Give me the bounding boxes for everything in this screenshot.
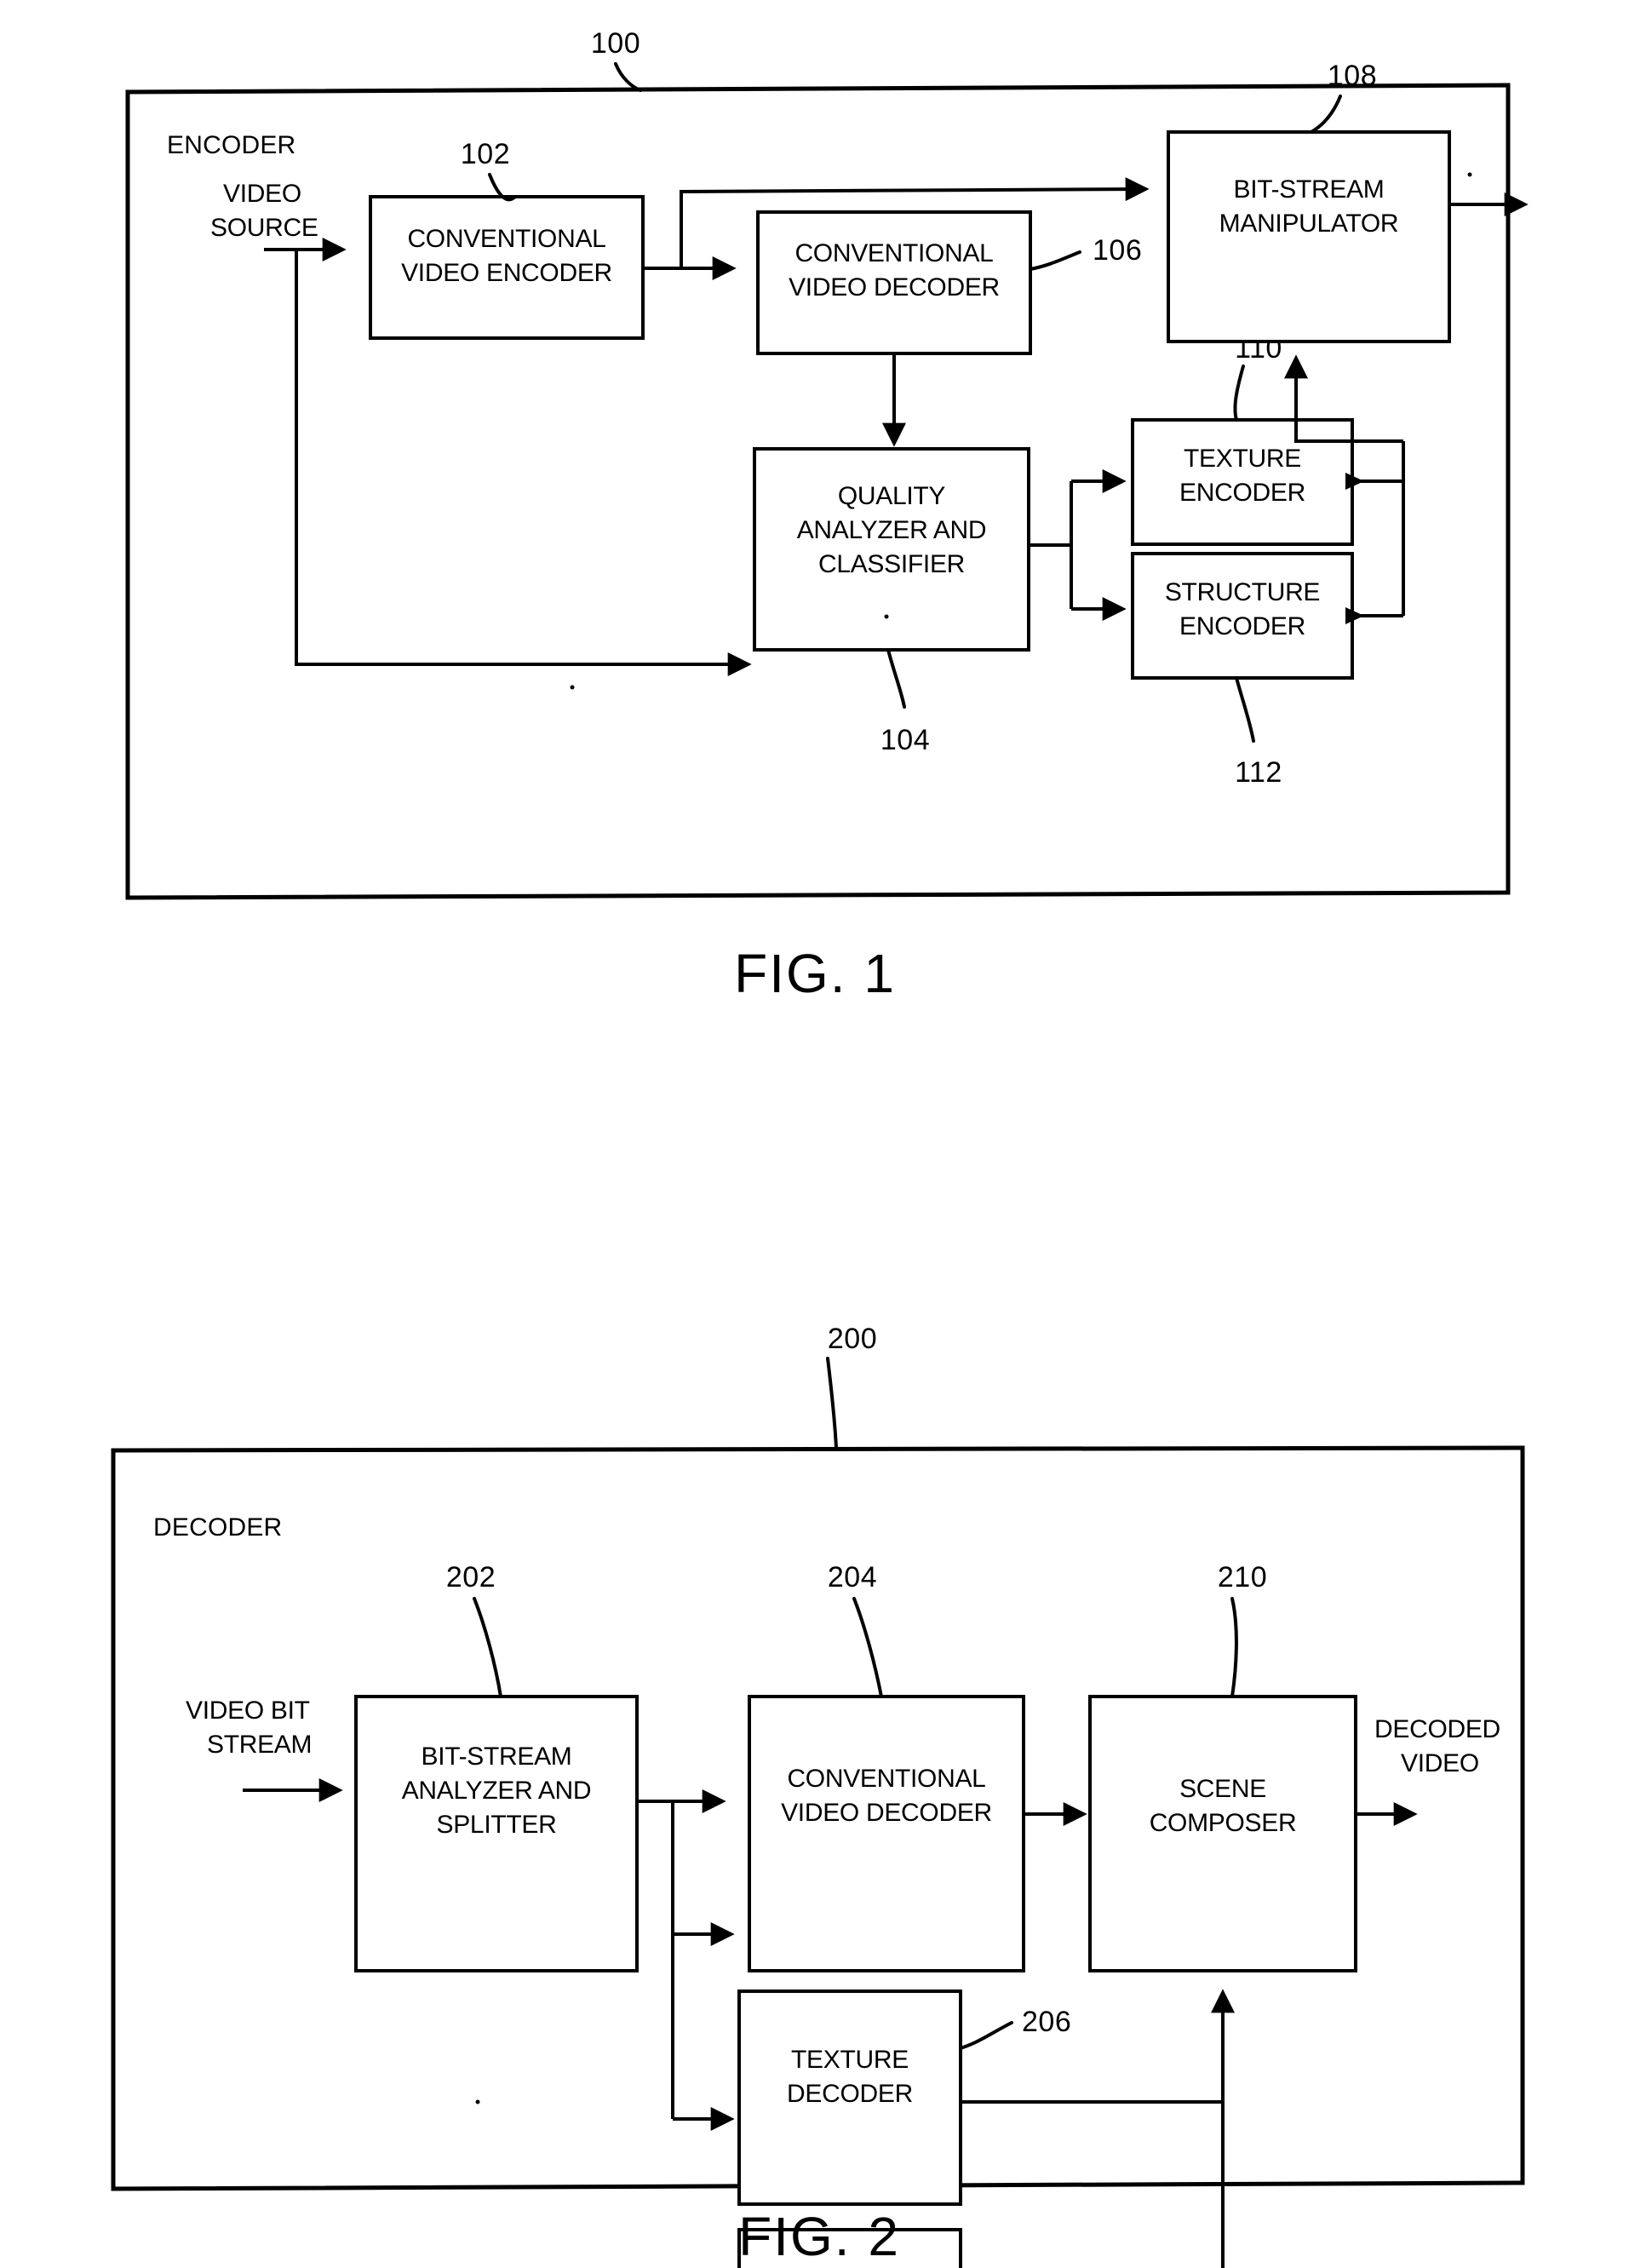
ref-number-106: 106	[1093, 234, 1142, 267]
ref-number-204: 204	[828, 1561, 877, 1593]
svg-text:QUALITY: QUALITY	[838, 482, 946, 510]
svg-text:DECODER: DECODER	[787, 2080, 913, 2108]
texture-encoder-block: TEXTURE ENCODER	[1131, 418, 1354, 546]
ref-number-100: 100	[591, 27, 640, 60]
scan-speck	[475, 2099, 480, 2104]
svg-text:ANALYZER AND: ANALYZER AND	[402, 1777, 592, 1805]
bit-stream-manipulator-block: BIT-STREAM MANIPULATOR	[1167, 130, 1451, 343]
ref-number-210: 210	[1218, 1561, 1267, 1593]
scan-speck	[884, 614, 889, 619]
scan-speck	[570, 685, 575, 690]
svg-text:CONVENTIONAL: CONVENTIONAL	[787, 1765, 985, 1793]
svg-text:VIDEO DECODER: VIDEO DECODER	[789, 273, 1000, 301]
svg-text:BIT-STREAM: BIT-STREAM	[1233, 175, 1384, 204]
svg-text:CONVENTIONAL: CONVENTIONAL	[407, 225, 605, 253]
svg-text:VIDEO BIT: VIDEO BIT	[186, 1697, 310, 1725]
ref-number-108: 108	[1328, 60, 1377, 92]
figure-1-caption: FIG. 1	[734, 943, 896, 1004]
conventional-video-encoder-block: CONVENTIONAL VIDEO ENCODER	[369, 195, 645, 340]
svg-text:SCENE: SCENE	[1179, 1775, 1266, 1803]
svg-text:TEXTURE: TEXTURE	[791, 2046, 909, 2074]
texture-decoder-block: TEXTURE DECODER	[737, 1990, 962, 2206]
svg-text:BIT-STREAM: BIT-STREAM	[421, 1743, 571, 1771]
svg-text:MANIPULATOR: MANIPULATOR	[1219, 210, 1399, 238]
svg-text:ENCODER: ENCODER	[1179, 479, 1305, 507]
ref-100-leader	[614, 62, 642, 92]
svg-text:COMPOSER: COMPOSER	[1150, 1809, 1297, 1837]
decoder-label: DECODER	[153, 1513, 282, 1542]
svg-text:SOURCE: SOURCE	[210, 214, 318, 242]
scan-speck	[1467, 172, 1472, 177]
ref-number-102: 102	[461, 138, 510, 170]
ref-200-leader	[826, 1357, 838, 1450]
structure-encoder-block: STRUCTURE ENCODER	[1131, 552, 1354, 680]
svg-text:TEXTURE: TEXTURE	[1184, 445, 1301, 473]
ref-number-200: 200	[828, 1323, 877, 1355]
ref-number-104: 104	[880, 724, 930, 756]
ref-number-206: 206	[1022, 2006, 1071, 2038]
svg-text:ANALYZER AND: ANALYZER AND	[797, 516, 987, 544]
svg-text:STREAM: STREAM	[207, 1731, 312, 1759]
ref-number-202: 202	[446, 1561, 496, 1593]
svg-text:VIDEO: VIDEO	[223, 180, 301, 208]
ref-number-112: 112	[1235, 756, 1282, 789]
svg-text:SPLITTER: SPLITTER	[437, 1811, 557, 1839]
svg-text:CONVENTIONAL: CONVENTIONAL	[794, 239, 993, 267]
svg-text:CLASSIFIER: CLASSIFIER	[818, 550, 965, 578]
conventional-video-decoder-block: CONVENTIONAL VIDEO DECODER	[748, 1695, 1025, 1972]
svg-text:ENCODER: ENCODER	[1179, 612, 1305, 640]
svg-text:DECODED: DECODED	[1374, 1715, 1500, 1743]
svg-text:VIDEO ENCODER: VIDEO ENCODER	[401, 259, 612, 287]
svg-text:STRUCTURE: STRUCTURE	[1165, 578, 1320, 606]
svg-text:VIDEO DECODER: VIDEO DECODER	[781, 1799, 992, 1827]
scene-composer-block: SCENE COMPOSER	[1088, 1695, 1357, 1972]
figure-2-caption: FIG. 2	[738, 2206, 900, 2267]
conventional-video-decoder-block: CONVENTIONAL VIDEO DECODER	[756, 210, 1032, 355]
encoder-label: ENCODER	[167, 131, 295, 159]
quality-analyzer-block: QUALITY ANALYZER AND CLASSIFIER	[753, 447, 1030, 652]
bit-stream-analyzer-block: BIT-STREAM ANALYZER AND SPLITTER	[354, 1695, 639, 1972]
svg-text:VIDEO: VIDEO	[1401, 1749, 1479, 1777]
figure-2: 200 DECODER VIDEO BIT STREAM BIT-STREAM …	[0, 1192, 1629, 2268]
figure-1: 100 ENCODER VIDEO SOURCE CONVENTIONAL VI…	[0, 0, 1629, 1022]
